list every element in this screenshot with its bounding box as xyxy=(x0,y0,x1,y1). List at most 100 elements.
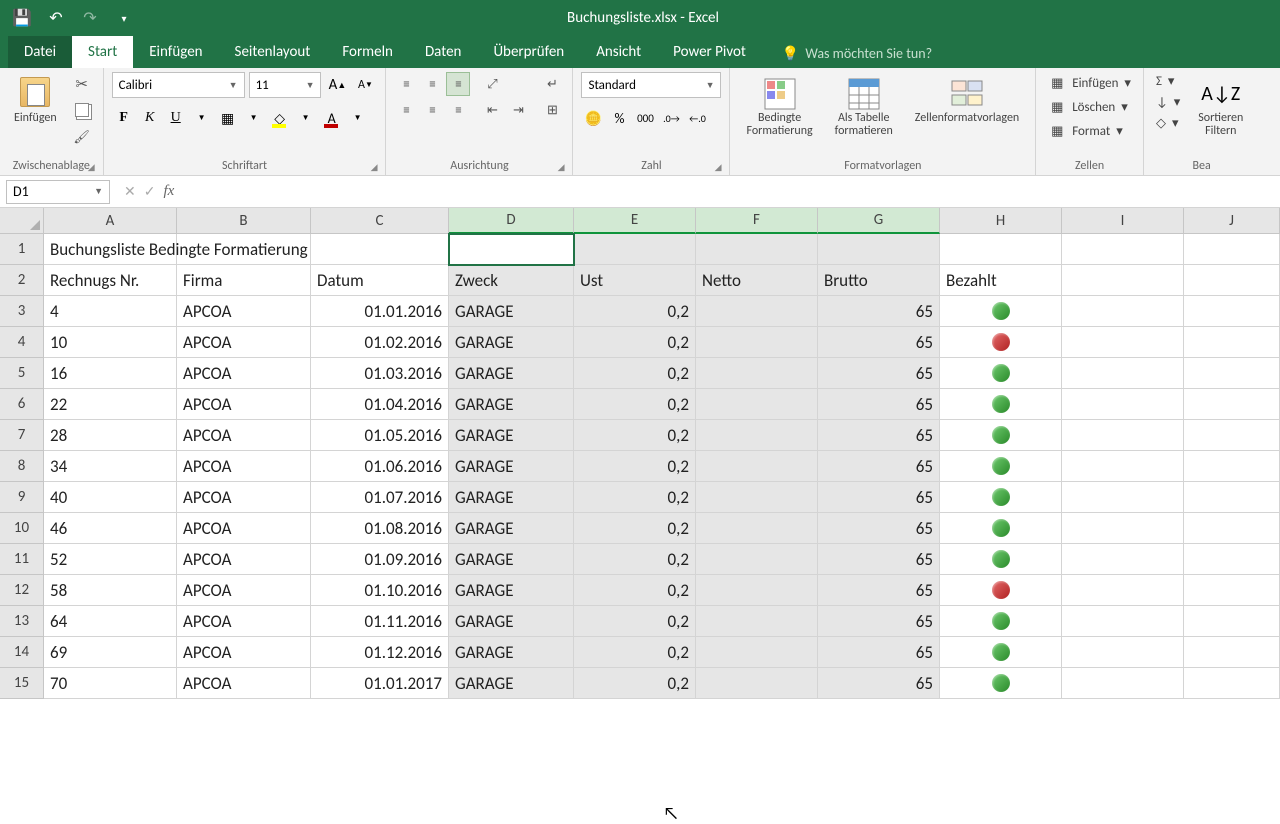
row-header-5[interactable]: 5 xyxy=(0,358,44,389)
row-header-3[interactable]: 3 xyxy=(0,296,44,327)
paste-button[interactable]: Einfügen xyxy=(8,72,63,129)
cell-F9[interactable] xyxy=(696,482,818,513)
cell-C6[interactable]: 01.04.2016 xyxy=(311,389,449,420)
cell-I6[interactable] xyxy=(1062,389,1184,420)
cell-E3[interactable]: 0,2 xyxy=(574,296,696,327)
cell-H3[interactable] xyxy=(940,296,1062,327)
cell-I10[interactable] xyxy=(1062,513,1184,544)
cell-C1[interactable] xyxy=(311,234,449,265)
align-right-button[interactable]: ≡ xyxy=(446,98,470,122)
qat-customize-icon[interactable]: ▾ xyxy=(114,8,134,28)
autosum-button[interactable]: Σ ▾ xyxy=(1152,72,1184,91)
cell-D10[interactable]: GARAGE xyxy=(449,513,574,544)
cell-I14[interactable] xyxy=(1062,637,1184,668)
cell-E15[interactable]: 0,2 xyxy=(574,668,696,699)
conditional-formatting-button[interactable]: Bedingte Formatierung xyxy=(738,72,820,142)
align-bottom-button[interactable]: ≡ xyxy=(446,72,470,96)
fill-button[interactable]: ↓ ▾ xyxy=(1152,93,1184,112)
cell-A11[interactable]: 52 xyxy=(44,544,177,575)
cell-A14[interactable]: 69 xyxy=(44,637,177,668)
insert-cells-button[interactable]: ▦Einfügen ▾ xyxy=(1044,72,1135,94)
cell-I1[interactable] xyxy=(1062,234,1184,265)
cell-F7[interactable] xyxy=(696,420,818,451)
name-box[interactable]: D1 ▼ xyxy=(6,180,110,204)
row-header-6[interactable]: 6 xyxy=(0,389,44,420)
redo-icon[interactable]: ↷ xyxy=(80,8,100,28)
merge-button[interactable]: ⊞ xyxy=(540,98,564,122)
cut-button[interactable] xyxy=(69,72,95,96)
tab-file[interactable]: Datei xyxy=(8,36,72,68)
cell-I2[interactable] xyxy=(1062,265,1184,296)
wrap-text-button[interactable]: ↵ xyxy=(540,72,564,96)
cell-G7[interactable]: 65 xyxy=(818,420,940,451)
cell-G3[interactable]: 65 xyxy=(818,296,940,327)
cell-A1[interactable]: Buchungsliste Bedingte Formatierung xyxy=(44,234,177,265)
tab-ansicht[interactable]: Ansicht xyxy=(580,36,657,68)
cell-D6[interactable]: GARAGE xyxy=(449,389,574,420)
col-header-C[interactable]: C xyxy=(311,208,449,234)
cell-H1[interactable] xyxy=(940,234,1062,265)
underline-button[interactable]: U xyxy=(164,106,188,130)
cell-D11[interactable]: GARAGE xyxy=(449,544,574,575)
cell-J2[interactable] xyxy=(1184,265,1280,296)
tell-me-search[interactable]: 💡 Was möchten Sie tun? xyxy=(782,45,932,68)
number-format-select[interactable]: Standard ▼ xyxy=(581,72,721,98)
increase-decimal-button[interactable]: .0→ xyxy=(659,106,683,130)
cell-B9[interactable]: APCOA xyxy=(177,482,311,513)
fill-dropdown[interactable]: ▼ xyxy=(294,106,318,130)
col-header-G[interactable]: G xyxy=(818,208,940,234)
cell-I7[interactable] xyxy=(1062,420,1184,451)
cell-A15[interactable]: 70 xyxy=(44,668,177,699)
font-name-select[interactable]: Calibri ▼ xyxy=(112,72,245,98)
spreadsheet-grid[interactable]: ABCDEFGHIJ 1Buchungsliste Bedingte Forma… xyxy=(0,208,1280,699)
cell-I4[interactable] xyxy=(1062,327,1184,358)
row-header-9[interactable]: 9 xyxy=(0,482,44,513)
cell-J9[interactable] xyxy=(1184,482,1280,513)
cell-F3[interactable] xyxy=(696,296,818,327)
cell-D5[interactable]: GARAGE xyxy=(449,358,574,389)
cell-H14[interactable] xyxy=(940,637,1062,668)
cell-F14[interactable] xyxy=(696,637,818,668)
increase-font-button[interactable]: A▲ xyxy=(325,73,349,97)
cell-A12[interactable]: 58 xyxy=(44,575,177,606)
cell-D9[interactable]: GARAGE xyxy=(449,482,574,513)
cell-F6[interactable] xyxy=(696,389,818,420)
cell-E12[interactable]: 0,2 xyxy=(574,575,696,606)
row-header-12[interactable]: 12 xyxy=(0,575,44,606)
tab-formeln[interactable]: Formeln xyxy=(326,36,409,68)
cell-G2[interactable]: Brutto xyxy=(818,265,940,296)
enter-formula-icon[interactable]: ✓ xyxy=(144,183,156,200)
col-header-I[interactable]: I xyxy=(1062,208,1184,234)
cell-H7[interactable] xyxy=(940,420,1062,451)
align-left-button[interactable]: ≡ xyxy=(394,98,418,122)
row-header-15[interactable]: 15 xyxy=(0,668,44,699)
underline-dropdown[interactable]: ▼ xyxy=(190,106,214,130)
formula-input[interactable] xyxy=(182,180,1280,204)
row-header-2[interactable]: 2 xyxy=(0,265,44,296)
cell-A2[interactable]: Rechnugs Nr. xyxy=(44,265,177,296)
cell-E7[interactable]: 0,2 xyxy=(574,420,696,451)
cell-J14[interactable] xyxy=(1184,637,1280,668)
accounting-button[interactable]: 🪙 xyxy=(581,106,605,130)
cell-G14[interactable]: 65 xyxy=(818,637,940,668)
cancel-formula-icon[interactable]: ✕ xyxy=(124,183,136,200)
cell-C2[interactable]: Datum xyxy=(311,265,449,296)
launcher-icon[interactable]: ◢ xyxy=(715,162,722,173)
cell-G1[interactable] xyxy=(818,234,940,265)
cell-F15[interactable] xyxy=(696,668,818,699)
borders-button[interactable]: ▦ xyxy=(216,106,240,130)
cell-H5[interactable] xyxy=(940,358,1062,389)
cell-G4[interactable]: 65 xyxy=(818,327,940,358)
cell-G8[interactable]: 65 xyxy=(818,451,940,482)
cell-I12[interactable] xyxy=(1062,575,1184,606)
cell-C5[interactable]: 01.03.2016 xyxy=(311,358,449,389)
row-header-4[interactable]: 4 xyxy=(0,327,44,358)
cell-A13[interactable]: 64 xyxy=(44,606,177,637)
tab-einfügen[interactable]: Einfügen xyxy=(133,36,218,68)
fill-color-button[interactable]: ◇ xyxy=(268,106,292,130)
cell-B4[interactable]: APCOA xyxy=(177,327,311,358)
cell-B2[interactable]: Firma xyxy=(177,265,311,296)
cell-H4[interactable] xyxy=(940,327,1062,358)
undo-icon[interactable]: ↶ xyxy=(46,8,66,28)
cell-C8[interactable]: 01.06.2016 xyxy=(311,451,449,482)
